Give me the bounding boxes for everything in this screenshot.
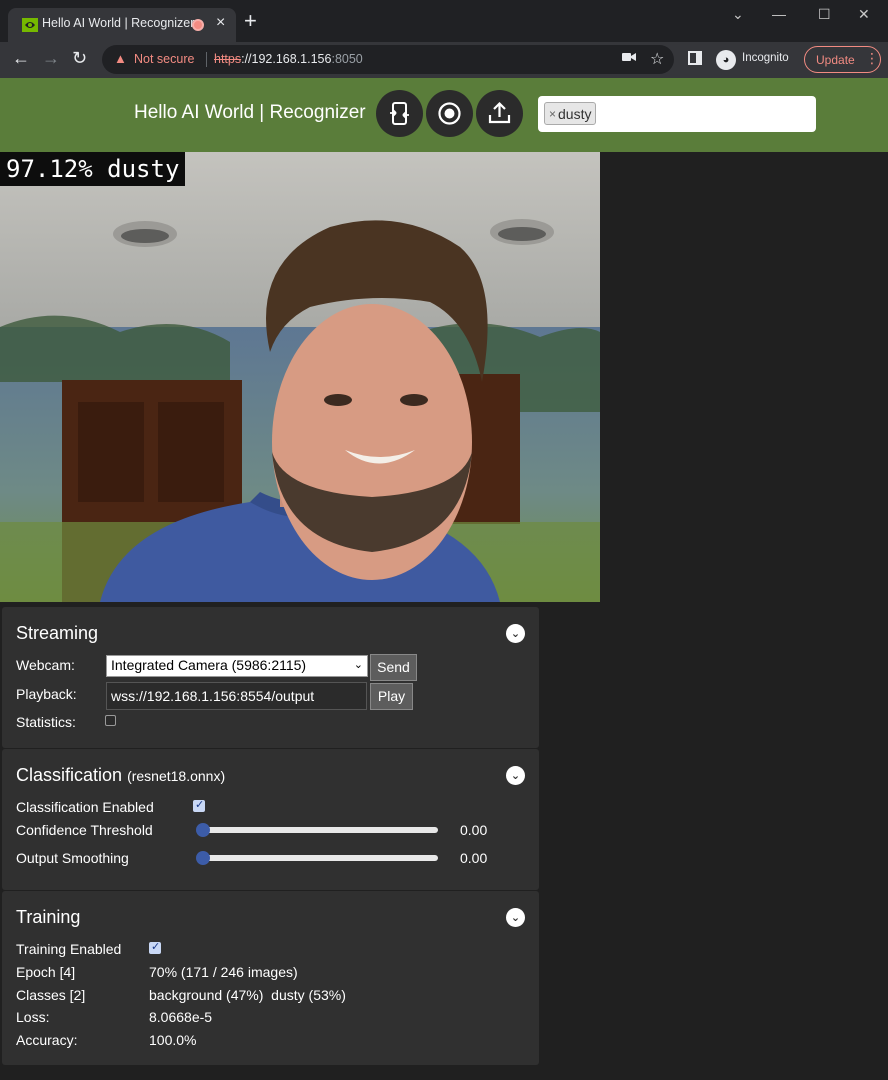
url-scheme: https [214,52,242,66]
close-tab-icon[interactable]: × [216,14,225,32]
playback-label: Playback: [16,686,77,702]
output-smoothing-label: Output Smoothing [16,850,129,866]
bookmark-star-icon[interactable]: ☆ [650,49,664,69]
training-panel: Training ⌄ Training Enabled Epoch [4] 70… [2,891,539,1065]
confidence-threshold-label: Confidence Threshold [16,822,153,838]
model-name: (resnet18.onnx) [127,768,226,784]
slider-track [200,855,438,861]
classification-enabled-checkbox[interactable] [193,798,205,812]
warning-icon[interactable]: ▲ [114,51,127,66]
chevron-down-icon[interactable]: ⌄ [506,766,525,785]
maximize-icon[interactable]: ☐ [818,6,831,23]
app-title: Hello AI World | Recognizer [134,102,366,123]
streaming-panel: Streaming ⌄ Webcam: Integrated Camera (5… [2,607,539,748]
confidence-threshold-value: 0.00 [460,822,488,838]
accuracy-label: Accuracy: [16,1032,78,1048]
remove-tag-icon[interactable]: × [549,107,556,121]
url-host: ://192.168.1.156 [241,52,332,66]
upload-button[interactable] [476,90,523,137]
tag-label: dusty [558,105,592,122]
omnibox-divider [206,52,207,67]
camera-in-use-icon[interactable] [622,51,636,63]
training-enabled-checkbox[interactable] [149,940,161,954]
class-tag[interactable]: × dusty [544,102,597,125]
record-icon [438,102,461,125]
security-status[interactable]: Not secure [134,52,194,66]
send-button[interactable]: Send [370,654,417,681]
statistics-checkbox[interactable] [105,715,116,726]
slider-thumb[interactable] [196,851,210,865]
reload-icon[interactable]: ↻ [72,48,87,69]
address-bar[interactable]: ▲ Not secure https://192.168.1.156:8050 … [102,45,674,74]
class-tag-input[interactable]: × dusty [538,96,816,132]
incognito-icon[interactable]: ◕ [716,50,736,70]
webcam-label: Webcam: [16,657,75,673]
chevron-down-icon: ⌄ [353,659,363,671]
classes-label: Classes [2] [16,987,86,1003]
record-button[interactable] [426,90,473,137]
upload-icon [488,101,511,124]
slider-thumb[interactable] [196,823,210,837]
classes-value: background (47%) dusty (53%) [149,987,346,1003]
loss-value: 8.0668e-5 [149,1009,213,1025]
confidence-threshold-slider[interactable] [196,823,438,837]
switch-camera-button[interactable] [376,90,423,137]
switch-camera-icon [390,102,409,125]
slider-track [200,827,438,833]
menu-dots-icon: ⋮ [865,50,879,66]
browser-toolbar: ← → ↻ ▲ Not secure https://192.168.1.156… [0,42,888,78]
classification-title: Classification (resnet18.onnx) [16,765,225,786]
app-header: Hello AI World | Recognizer × dusty [0,78,888,152]
epoch-value: 70% (171 / 246 images) [149,964,298,980]
epoch-label: Epoch [4] [16,964,76,980]
streaming-title: Streaming [16,623,99,643]
classification-panel: Classification (resnet18.onnx) ⌄ Classif… [2,749,539,890]
side-panel-icon[interactable] [688,51,702,65]
incognito-label[interactable]: Incognito [742,52,789,64]
forward-icon[interactable]: → [42,48,60,69]
url-text[interactable]: https://192.168.1.156:8050 [214,52,363,66]
webcam-select[interactable]: Integrated Camera (5986:2115) ⌄ [106,655,368,677]
nvidia-icon [22,18,38,32]
new-tab-button[interactable]: + [244,10,257,32]
tab-title: Hello AI World | Recognizer [42,16,195,30]
webcam-frame-image [0,152,600,602]
tab-search-icon[interactable]: ⌄ [732,6,744,23]
training-title: Training [16,907,81,927]
webcam-value: Integrated Camera (5986:2115) [111,657,307,673]
recording-indicator-icon [192,19,204,31]
training-enabled-label: Training Enabled [16,941,122,957]
minimize-icon[interactable]: — [772,6,786,22]
classification-title-text: Classification [16,765,123,785]
classification-overlay: 97.12% dusty [0,152,186,186]
classification-enabled-label: Classification Enabled [16,799,154,815]
update-label: Update [816,53,855,67]
output-smoothing-value: 0.00 [460,850,488,866]
loss-label: Loss: [16,1009,50,1025]
back-icon[interactable]: ← [12,48,30,69]
update-button[interactable]: Update ⋮ [804,46,881,73]
chevron-down-icon[interactable]: ⌄ [506,908,525,927]
statistics-label: Statistics: [16,714,76,730]
play-button[interactable]: Play [370,683,413,710]
close-window-icon[interactable]: ✕ [858,6,870,23]
url-port: :8050 [331,52,363,66]
output-smoothing-slider[interactable] [196,851,438,865]
chevron-down-icon[interactable]: ⌄ [506,624,525,643]
accuracy-value: 100.0% [149,1032,197,1048]
browser-tab-strip: Hello AI World | Recognizer × + ⌄ — ☐ ✕ [0,0,888,42]
playback-url-input[interactable]: wss://192.168.1.156:8554/output [106,682,367,710]
browser-tab[interactable]: Hello AI World | Recognizer × [8,8,236,42]
video-stream: 97.12% dusty [0,152,600,602]
